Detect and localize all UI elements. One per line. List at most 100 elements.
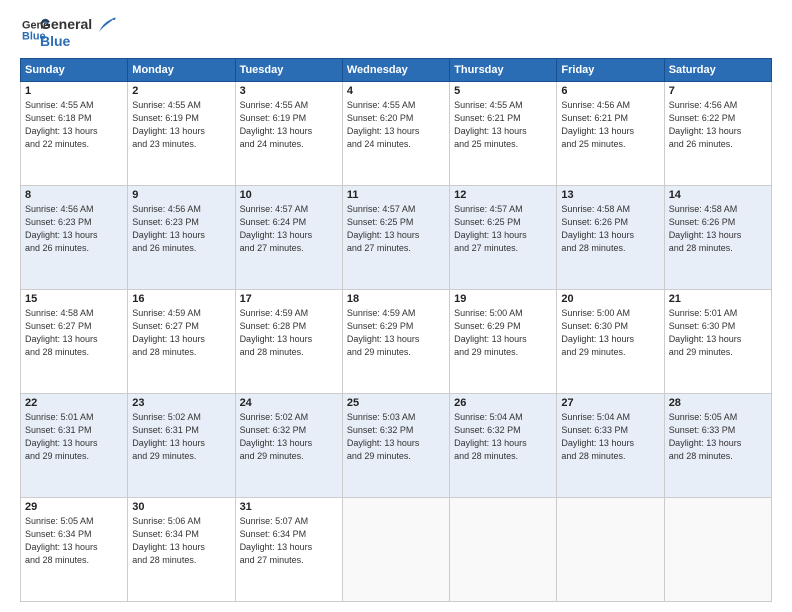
- day-info: Sunrise: 5:01 AM Sunset: 6:31 PM Dayligh…: [25, 411, 123, 463]
- day-info: Sunrise: 4:57 AM Sunset: 6:24 PM Dayligh…: [240, 203, 338, 255]
- weekday-header-monday: Monday: [128, 58, 235, 81]
- weekday-header-sunday: Sunday: [21, 58, 128, 81]
- day-info: Sunrise: 5:02 AM Sunset: 6:32 PM Dayligh…: [240, 411, 338, 463]
- calendar-week-row: 22 Sunrise: 5:01 AM Sunset: 6:31 PM Dayli…: [21, 393, 772, 497]
- day-info: Sunrise: 5:01 AM Sunset: 6:30 PM Dayligh…: [669, 307, 767, 359]
- calendar-cell: 11Sunrise: 4:57 AM Sunset: 6:25 PM Dayli…: [342, 185, 449, 289]
- day-info: Sunrise: 4:58 AM Sunset: 6:27 PM Dayligh…: [25, 307, 123, 359]
- calendar-cell: 6Sunrise: 4:56 AM Sunset: 6:21 PM Daylig…: [557, 81, 664, 185]
- day-info: Sunrise: 5:04 AM Sunset: 6:33 PM Dayligh…: [561, 411, 659, 463]
- day-number: 3: [240, 85, 338, 97]
- calendar-cell: 16 Sunrise: 4:59 AM Sunset: 6:27 PM Dayli…: [128, 289, 235, 393]
- day-number: 23: [132, 397, 230, 409]
- day-number: 14: [669, 189, 767, 201]
- calendar-cell: 23 Sunrise: 5:02 AM Sunset: 6:31 PM Dayli…: [128, 393, 235, 497]
- day-info: Sunrise: 5:03 AM Sunset: 6:32 PM Dayligh…: [347, 411, 445, 463]
- day-info: Sunrise: 4:59 AM Sunset: 6:28 PM Dayligh…: [240, 307, 338, 359]
- calendar-cell: 10Sunrise: 4:57 AM Sunset: 6:24 PM Dayli…: [235, 185, 342, 289]
- weekday-header-tuesday: Tuesday: [235, 58, 342, 81]
- calendar-cell: 18 Sunrise: 4:59 AM Sunset: 6:29 PM Dayli…: [342, 289, 449, 393]
- calendar-week-row: 15 Sunrise: 4:58 AM Sunset: 6:27 PM Dayli…: [21, 289, 772, 393]
- day-number: 6: [561, 85, 659, 97]
- calendar-cell: 2Sunrise: 4:55 AM Sunset: 6:19 PM Daylig…: [128, 81, 235, 185]
- day-info: Sunrise: 4:58 AM Sunset: 6:26 PM Dayligh…: [669, 203, 767, 255]
- calendar-week-row: 8 Sunrise: 4:56 AM Sunset: 6:23 PM Daylig…: [21, 185, 772, 289]
- day-number: 30: [132, 501, 230, 513]
- weekday-header-thursday: Thursday: [450, 58, 557, 81]
- day-number: 17: [240, 293, 338, 305]
- calendar-table: SundayMondayTuesdayWednesdayThursdayFrid…: [20, 58, 772, 602]
- calendar-header-row: SundayMondayTuesdayWednesdayThursdayFrid…: [21, 58, 772, 81]
- day-number: 31: [240, 501, 338, 513]
- day-number: 13: [561, 189, 659, 201]
- day-info: Sunrise: 5:06 AM Sunset: 6:34 PM Dayligh…: [132, 515, 230, 567]
- day-number: 20: [561, 293, 659, 305]
- calendar-cell: 21 Sunrise: 5:01 AM Sunset: 6:30 PM Dayli…: [664, 289, 771, 393]
- day-info: Sunrise: 5:05 AM Sunset: 6:33 PM Dayligh…: [669, 411, 767, 463]
- day-info: Sunrise: 4:57 AM Sunset: 6:25 PM Dayligh…: [454, 203, 552, 255]
- day-number: 1: [25, 85, 123, 97]
- calendar-cell: 31Sunrise: 5:07 AM Sunset: 6:34 PM Dayli…: [235, 497, 342, 601]
- day-info: Sunrise: 4:55 AM Sunset: 6:19 PM Dayligh…: [240, 99, 338, 151]
- day-number: 26: [454, 397, 552, 409]
- day-info: Sunrise: 4:55 AM Sunset: 6:20 PM Dayligh…: [347, 99, 445, 151]
- calendar-cell: 4 Sunrise: 4:55 AM Sunset: 6:20 PM Daylig…: [342, 81, 449, 185]
- day-number: 4: [347, 85, 445, 97]
- day-info: Sunrise: 5:04 AM Sunset: 6:32 PM Dayligh…: [454, 411, 552, 463]
- calendar-cell: [450, 497, 557, 601]
- calendar-cell: 20 Sunrise: 5:00 AM Sunset: 6:30 PM Dayli…: [557, 289, 664, 393]
- day-info: Sunrise: 4:59 AM Sunset: 6:27 PM Dayligh…: [132, 307, 230, 359]
- day-number: 22: [25, 397, 123, 409]
- calendar-week-row: 1 Sunrise: 4:55 AM Sunset: 6:18 PM Daylig…: [21, 81, 772, 185]
- calendar-cell: 17 Sunrise: 4:59 AM Sunset: 6:28 PM Dayli…: [235, 289, 342, 393]
- calendar-cell: [557, 497, 664, 601]
- day-number: 15: [25, 293, 123, 305]
- day-number: 7: [669, 85, 767, 97]
- calendar-cell: 15 Sunrise: 4:58 AM Sunset: 6:27 PM Dayli…: [21, 289, 128, 393]
- day-number: 29: [25, 501, 123, 513]
- day-number: 18: [347, 293, 445, 305]
- calendar-cell: 19Sunrise: 5:00 AM Sunset: 6:29 PM Dayli…: [450, 289, 557, 393]
- calendar-cell: 13Sunrise: 4:58 AM Sunset: 6:26 PM Dayli…: [557, 185, 664, 289]
- calendar-cell: 1 Sunrise: 4:55 AM Sunset: 6:18 PM Daylig…: [21, 81, 128, 185]
- day-number: 12: [454, 189, 552, 201]
- day-number: 27: [561, 397, 659, 409]
- day-number: 28: [669, 397, 767, 409]
- calendar-cell: 24 Sunrise: 5:02 AM Sunset: 6:32 PM Dayli…: [235, 393, 342, 497]
- calendar-cell: [342, 497, 449, 601]
- page: General Blue General Blue: [0, 0, 792, 612]
- logo-bird-icon: [94, 16, 116, 38]
- day-info: Sunrise: 5:00 AM Sunset: 6:29 PM Dayligh…: [454, 307, 552, 359]
- calendar-cell: 3 Sunrise: 4:55 AM Sunset: 6:19 PM Daylig…: [235, 81, 342, 185]
- day-number: 21: [669, 293, 767, 305]
- day-info: Sunrise: 4:56 AM Sunset: 6:22 PM Dayligh…: [669, 99, 767, 151]
- calendar-cell: 9Sunrise: 4:56 AM Sunset: 6:23 PM Daylig…: [128, 185, 235, 289]
- calendar-cell: 8 Sunrise: 4:56 AM Sunset: 6:23 PM Daylig…: [21, 185, 128, 289]
- weekday-header-wednesday: Wednesday: [342, 58, 449, 81]
- calendar-cell: 14 Sunrise: 4:58 AM Sunset: 6:26 PM Dayli…: [664, 185, 771, 289]
- day-info: Sunrise: 4:56 AM Sunset: 6:23 PM Dayligh…: [25, 203, 123, 255]
- weekday-header-saturday: Saturday: [664, 58, 771, 81]
- day-number: 16: [132, 293, 230, 305]
- calendar-cell: 27 Sunrise: 5:04 AM Sunset: 6:33 PM Dayli…: [557, 393, 664, 497]
- day-info: Sunrise: 4:57 AM Sunset: 6:25 PM Dayligh…: [347, 203, 445, 255]
- day-info: Sunrise: 4:55 AM Sunset: 6:18 PM Dayligh…: [25, 99, 123, 151]
- calendar-cell: 22 Sunrise: 5:01 AM Sunset: 6:31 PM Dayli…: [21, 393, 128, 497]
- calendar-cell: 29Sunrise: 5:05 AM Sunset: 6:34 PM Dayli…: [21, 497, 128, 601]
- day-number: 8: [25, 189, 123, 201]
- day-number: 24: [240, 397, 338, 409]
- day-number: 2: [132, 85, 230, 97]
- day-info: Sunrise: 5:00 AM Sunset: 6:30 PM Dayligh…: [561, 307, 659, 359]
- day-info: Sunrise: 4:59 AM Sunset: 6:29 PM Dayligh…: [347, 307, 445, 359]
- calendar-cell: 28 Sunrise: 5:05 AM Sunset: 6:33 PM Dayli…: [664, 393, 771, 497]
- calendar-cell: [664, 497, 771, 601]
- day-info: Sunrise: 4:55 AM Sunset: 6:21 PM Dayligh…: [454, 99, 552, 151]
- weekday-header-friday: Friday: [557, 58, 664, 81]
- header: General Blue General Blue: [20, 16, 772, 50]
- calendar-cell: 26 Sunrise: 5:04 AM Sunset: 6:32 PM Dayli…: [450, 393, 557, 497]
- day-info: Sunrise: 5:02 AM Sunset: 6:31 PM Dayligh…: [132, 411, 230, 463]
- day-number: 25: [347, 397, 445, 409]
- calendar-week-row: 29Sunrise: 5:05 AM Sunset: 6:34 PM Dayli…: [21, 497, 772, 601]
- calendar-cell: 25 Sunrise: 5:03 AM Sunset: 6:32 PM Dayli…: [342, 393, 449, 497]
- day-info: Sunrise: 4:56 AM Sunset: 6:23 PM Dayligh…: [132, 203, 230, 255]
